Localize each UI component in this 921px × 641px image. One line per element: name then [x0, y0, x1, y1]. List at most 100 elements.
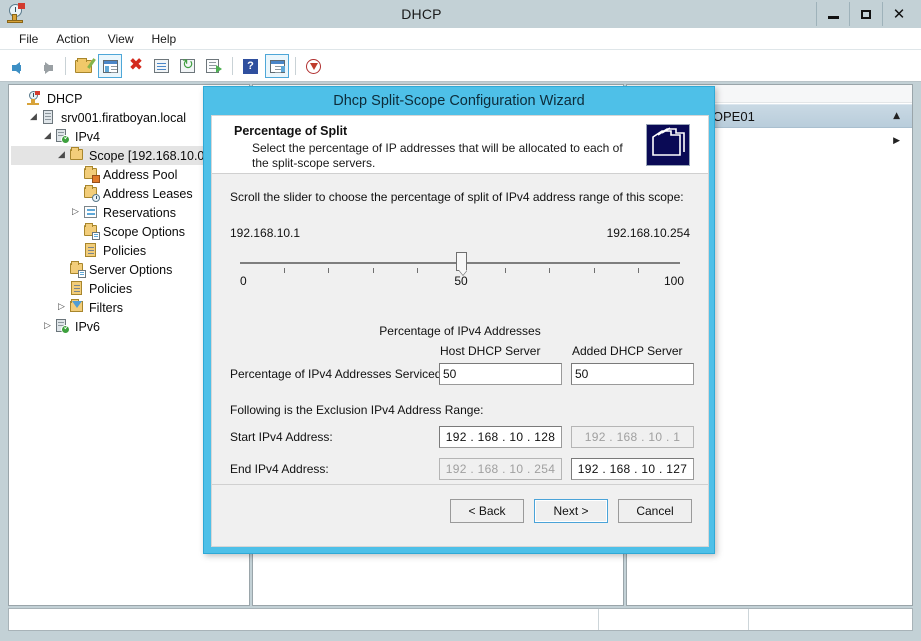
toolbar-separator — [65, 56, 66, 75]
folders-stack-icon — [646, 124, 690, 166]
server-column-headers: Host DHCP Server Added DHCP Server — [230, 344, 690, 362]
tree-twisty-icon[interactable]: ◢ — [41, 127, 54, 146]
tree-twisty-icon[interactable]: ◢ — [55, 146, 68, 165]
slider-tick — [416, 268, 418, 273]
added-end-ip-input[interactable]: 192 . 168 . 10 . 127 — [571, 458, 694, 480]
slider-tick — [505, 268, 507, 273]
menubar: File Action View Help — [0, 28, 921, 50]
address-pool-icon — [82, 166, 100, 183]
policies-icon — [82, 243, 99, 258]
ip-range-endpoints: 192.168.10.1 192.168.10.254 — [230, 226, 690, 240]
dhcp-icon — [4, 2, 32, 26]
host-percentage-input[interactable]: 50 — [439, 363, 562, 385]
reservations-icon — [82, 205, 99, 220]
slider-tick — [284, 268, 286, 273]
dhcp-console-window: DHCP ✕ File Action View Help ✖ ? — [0, 0, 921, 641]
menu-help[interactable]: Help — [143, 30, 186, 48]
ipv4-icon — [54, 129, 71, 144]
slider-value-label: 50 — [454, 274, 468, 288]
menu-view[interactable]: View — [99, 30, 143, 48]
host-server-column-header: Host DHCP Server — [440, 344, 541, 358]
slider-instruction: Scroll the slider to choose the percenta… — [230, 190, 684, 204]
toolbar: ✖ ? — [0, 50, 921, 82]
policies-icon — [68, 281, 85, 296]
status-bar-cell-main — [9, 609, 599, 630]
slider-max-label: 100 — [663, 274, 684, 288]
address-leases-icon — [82, 185, 100, 202]
menu-action[interactable]: Action — [47, 30, 98, 48]
show-hide-console-tree-icon[interactable] — [98, 53, 122, 78]
range-end-ip: 192.168.10.254 — [606, 226, 690, 240]
slider-tick — [372, 268, 374, 273]
host-start-ip-input[interactable]: 192 . 168 . 10 . 128 — [439, 426, 562, 448]
dialog-footer: < Back Next > Cancel — [212, 484, 708, 546]
slider-caption: Percentage of IPv4 Addresses — [379, 324, 541, 338]
tree-twisty-icon[interactable]: ▷ — [41, 317, 54, 336]
tree-node-label: Address Leases — [103, 186, 193, 201]
slider-tick — [637, 268, 639, 273]
refresh-icon[interactable] — [176, 54, 200, 78]
dhcp-root-icon — [26, 91, 43, 106]
next-button[interactable]: Next > — [534, 499, 608, 523]
added-percentage-input[interactable]: 50 — [571, 363, 694, 385]
minimize-button[interactable] — [816, 2, 849, 26]
help-icon[interactable]: ? — [239, 54, 263, 78]
maximize-button[interactable] — [849, 2, 882, 26]
tree-node-label: Server Options — [89, 262, 173, 277]
end-ip-label: End IPv4 Address: — [230, 462, 329, 476]
chevron-right-icon[interactable]: ▶ — [893, 136, 900, 146]
tree-node-label: Filters — [89, 300, 124, 315]
forward-arrow-icon[interactable] — [35, 54, 59, 78]
dialog-header: Percentage of Split Select the percentag… — [212, 116, 708, 174]
added-start-ip-input[interactable]: 192 . 168 . 10 . 1 — [571, 426, 694, 448]
slider-thumb[interactable] — [456, 252, 467, 271]
percentage-serviced-label: Percentage of IPv4 Addresses Serviced: — [230, 367, 445, 381]
percentage-slider[interactable]: 0 50 100 — [230, 250, 690, 302]
scope-folder-icon — [68, 147, 85, 163]
show-hide-action-pane-icon[interactable] — [265, 53, 289, 78]
ipv6-icon — [54, 319, 71, 334]
dialog-buttons: < Back Next > Cancel — [450, 499, 692, 523]
tree-node-label: IPv4 — [75, 129, 101, 144]
tree-twisty-icon[interactable]: ▷ — [69, 203, 82, 222]
tree-node-label: srv001.firatboyan.local — [61, 110, 187, 125]
tree-twisty-icon[interactable]: ◢ — [27, 108, 40, 127]
chevron-up-icon[interactable]: ▲ — [893, 111, 900, 121]
arrow-down-circle-icon[interactable] — [302, 54, 326, 78]
tree-node-label: Policies — [89, 281, 133, 296]
tree-node-label: Address Pool — [103, 167, 178, 182]
properties-icon[interactable] — [150, 54, 174, 78]
delete-icon[interactable]: ✖ — [124, 54, 148, 78]
start-ip-label: Start IPv4 Address: — [230, 430, 333, 444]
slider-tick — [593, 268, 595, 273]
range-start-ip: 192.168.10.1 — [230, 226, 301, 240]
tree-node-label: Scope [192.168.10.0] S — [89, 148, 220, 163]
percentage-serviced-row: Percentage of IPv4 Addresses Serviced: 5… — [230, 363, 694, 387]
added-server-column-header: Added DHCP Server — [572, 344, 683, 358]
tree-node-label: Reservations — [103, 205, 176, 220]
toolbar-separator-2 — [232, 56, 233, 75]
toolbar-separator-3 — [295, 56, 296, 75]
up-one-level-folder-icon[interactable] — [72, 54, 96, 78]
tree-twisty-icon[interactable]: ▷ — [55, 298, 68, 317]
status-bar-cell-3 — [749, 609, 912, 630]
dialog-header-title: Percentage of Split — [234, 124, 348, 138]
cancel-button[interactable]: Cancel — [618, 499, 692, 523]
tree-node-label: IPv6 — [75, 319, 101, 334]
window-title: DHCP — [401, 6, 442, 22]
start-ip-row: Start IPv4 Address: 192 . 168 . 10 . 128… — [230, 426, 694, 449]
slider-tick — [549, 268, 551, 273]
window-titlebar: DHCP ✕ — [0, 0, 921, 28]
back-button[interactable]: < Back — [450, 499, 524, 523]
close-button[interactable]: ✕ — [882, 2, 915, 26]
slider-tick — [328, 268, 330, 273]
back-arrow-icon[interactable] — [9, 54, 33, 78]
exclusion-range-heading: Following is the Exclusion IPv4 Address … — [230, 403, 484, 417]
host-end-ip-input[interactable]: 192 . 168 . 10 . 254 — [439, 458, 562, 480]
status-bar — [8, 608, 913, 631]
export-list-icon[interactable] — [202, 54, 226, 78]
split-scope-wizard-dialog: Dhcp Split-Scope Configuration Wizard Pe… — [203, 86, 715, 554]
status-bar-cell-2 — [599, 609, 749, 630]
filters-icon — [68, 299, 85, 315]
menu-file[interactable]: File — [10, 30, 47, 48]
